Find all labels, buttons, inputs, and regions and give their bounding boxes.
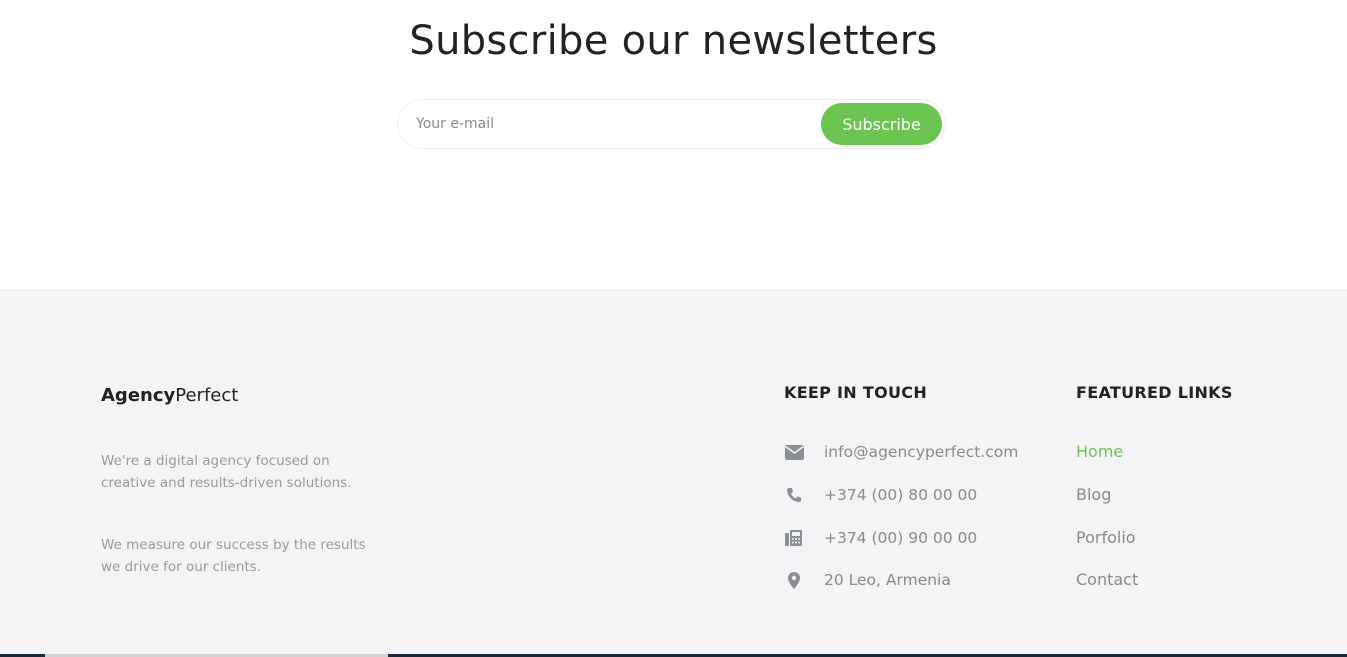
footer-link-portfolio[interactable]: Porfolio (1076, 528, 1136, 547)
map-marker-icon (784, 570, 804, 590)
footer-logo[interactable]: AgencyPerfect (101, 385, 238, 406)
contact-address: 20 Leo, Armenia (784, 568, 951, 592)
brand-light: Perfect (175, 385, 239, 406)
contact-phone: +374 (00) 80 00 00 (784, 483, 977, 507)
fax-icon (784, 528, 804, 548)
newsletter-title: Subscribe our newsletters (409, 18, 938, 64)
newsletter-section: Subscribe our newsletters Subscribe (0, 0, 1347, 289)
envelope-icon (784, 442, 804, 462)
contact-address-text: 20 Leo, Armenia (824, 571, 951, 589)
brand-bold: Agency (101, 385, 176, 406)
phone-icon (784, 485, 804, 505)
footer-link-contact[interactable]: Contact (1076, 570, 1138, 589)
about-text-1: We're a digital agency focused on creati… (101, 453, 352, 491)
email-input[interactable] (416, 112, 806, 136)
footer-link-home[interactable]: Home (1076, 442, 1123, 461)
subscribe-button[interactable]: Subscribe (821, 103, 942, 145)
footer-link-blog[interactable]: Blog (1076, 485, 1111, 504)
contact-email-link[interactable]: info@agencyperfect.com (824, 443, 1018, 461)
newsletter-form: Subscribe (397, 99, 946, 149)
contact-fax-text: +374 (00) 90 00 00 (824, 529, 978, 547)
contact-phone-text: +374 (00) 80 00 00 (824, 486, 978, 504)
keep-in-touch-title: KEEP IN TOUCH (784, 383, 928, 402)
about-text-2: We measure our success by the results we… (101, 537, 366, 575)
contact-fax: +374 (00) 90 00 00 (784, 526, 977, 550)
featured-links-title: FEATURED LINKS (1076, 383, 1233, 402)
footer: AgencyPerfect We're a digital agency foc… (0, 289, 1347, 657)
contact-email: info@agencyperfect.com (784, 440, 1018, 464)
